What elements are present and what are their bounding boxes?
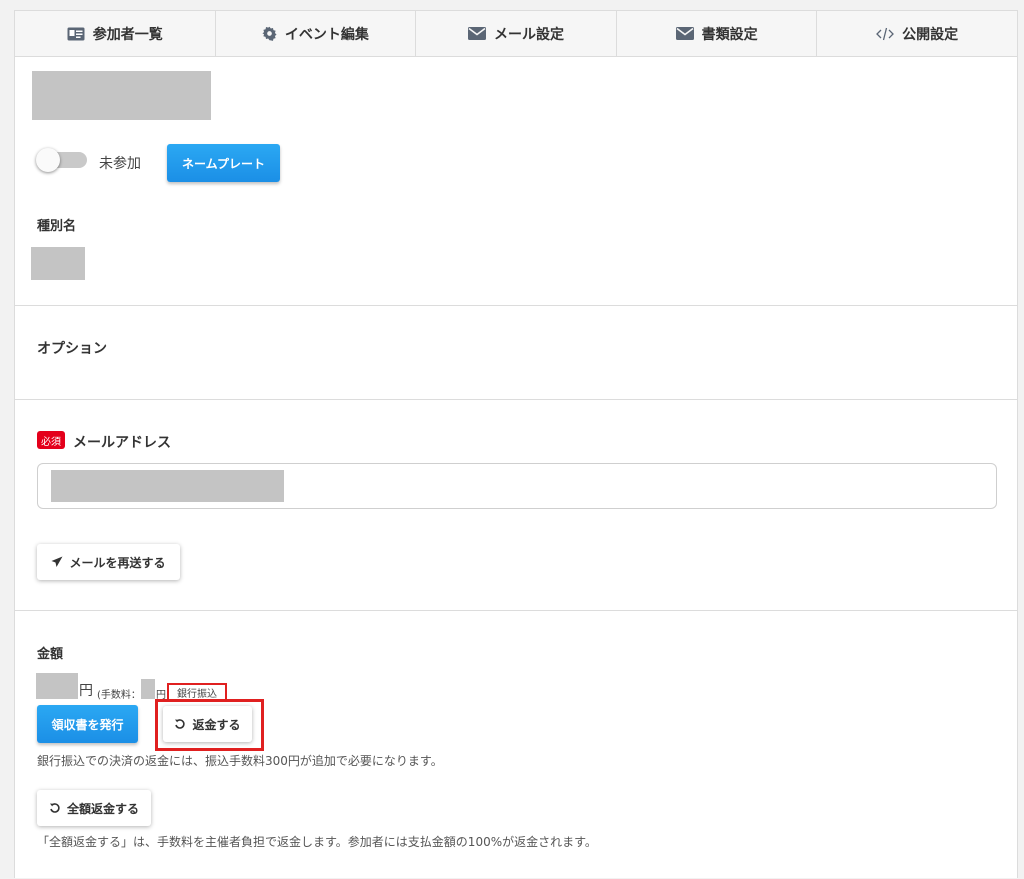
tab-participants-label: 参加者一覧 — [92, 26, 163, 43]
tab-bar: 参加者一覧 イベント編集 メール設定 書類設定 公開設定 — [15, 11, 1017, 57]
bank-transfer-note: 銀行振込での決済の返金には、振込手数料300円が追加で必要になります。 — [37, 754, 443, 768]
undo-icon — [49, 803, 60, 813]
email-field[interactable] — [37, 463, 997, 509]
amount-section: 金額 円 (手数料： 円 銀行振込 領収書を発行 返金する 銀行振込での決済の返… — [15, 611, 1017, 879]
amount-yen-label: 円 — [79, 683, 93, 699]
fee-prefix-label: (手数料： — [97, 690, 141, 701]
amount-heading: 金額 — [37, 647, 64, 662]
resend-mail-button[interactable]: メールを再送する — [37, 544, 180, 580]
tab-publish-settings-label: 公開設定 — [902, 26, 959, 43]
tab-document-settings[interactable]: 書類設定 — [617, 11, 818, 56]
attendance-status-label: 未参加 — [99, 156, 141, 172]
full-refund-button[interactable]: 全額返金する — [37, 790, 151, 826]
full-refund-note: 「全額返金する」は、手数料を主催者負担で返金します。参加者には支払金額の100%… — [37, 835, 597, 849]
code-icon — [876, 27, 895, 40]
category-heading: 種別名 — [37, 219, 77, 234]
envelope-icon — [675, 27, 694, 40]
attendance-toggle[interactable] — [33, 147, 89, 173]
redacted-fee-value — [141, 679, 155, 699]
tab-publish-settings[interactable]: 公開設定 — [817, 11, 1017, 56]
redacted-amount-value — [36, 673, 78, 699]
tab-document-settings-label: 書類設定 — [701, 26, 758, 43]
resend-mail-label: メールを再送する — [69, 555, 166, 570]
participant-summary-section: 未参加 ネームプレート 種別名 — [15, 57, 1017, 306]
tab-event-edit-label: イベント編集 — [284, 26, 369, 43]
redacted-category-value — [31, 247, 85, 280]
redacted-participant-name — [32, 71, 211, 120]
options-heading: オプション — [37, 341, 107, 357]
envelope-icon — [467, 27, 486, 40]
toggle-knob — [36, 148, 60, 172]
redacted-email-value — [51, 470, 284, 502]
issue-receipt-button[interactable]: 領収書を発行 — [37, 705, 138, 743]
tab-participants[interactable]: 参加者一覧 — [15, 11, 216, 56]
full-refund-label: 全額返金する — [66, 801, 139, 816]
nameplate-button[interactable]: ネームプレート — [167, 144, 280, 182]
participant-detail-panel: 参加者一覧 イベント編集 メール設定 書類設定 公開設定 未参加 ネームプレート… — [14, 10, 1018, 878]
required-badge: 必須 — [37, 431, 65, 449]
tab-event-edit[interactable]: イベント編集 — [216, 11, 417, 56]
paper-plane-icon — [51, 556, 63, 567]
tab-mail-settings[interactable]: メール設定 — [416, 11, 617, 56]
gear-icon — [262, 26, 277, 41]
id-card-icon — [67, 27, 85, 40]
tab-mail-settings-label: メール設定 — [493, 26, 564, 43]
options-section: オプション — [15, 306, 1017, 400]
refund-highlight-box — [155, 699, 264, 751]
email-section: 必須 メールアドレス メールを再送する — [15, 400, 1017, 611]
email-heading: メールアドレス — [73, 435, 171, 451]
